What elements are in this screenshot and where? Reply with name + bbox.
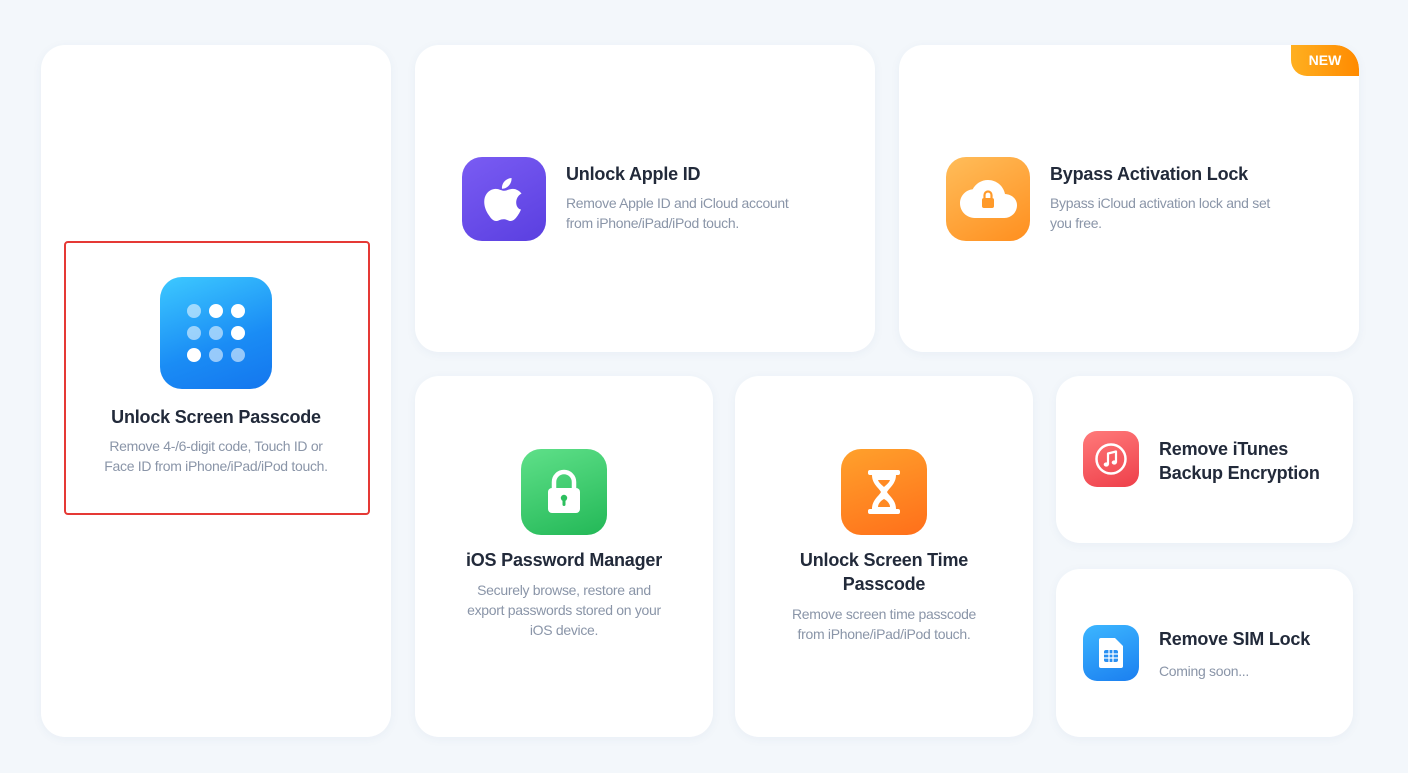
unlock-screen-time-card[interactable]: Unlock Screen Time Passcode Remove scree…	[735, 376, 1033, 737]
card-description: Face ID from iPhone/iPad/iPod touch.	[104, 458, 328, 474]
unlock-screen-passcode-card[interactable]: Unlock Screen Passcode Remove 4-/6-digit…	[41, 45, 391, 737]
card-description: Remove screen time passcode	[791, 606, 977, 622]
card-title: Bypass Activation Lock	[1050, 164, 1248, 184]
card-description: from iPhone/iPad/iPod touch.	[566, 215, 739, 231]
card-title: iOS Password Manager	[465, 550, 663, 570]
cloud-lock-icon	[946, 157, 1030, 241]
sim-card-icon	[1083, 625, 1139, 681]
remove-itunes-backup-card[interactable]: Remove iTunes Backup Encryption	[1056, 376, 1353, 543]
hourglass-icon	[841, 449, 927, 535]
new-badge: NEW	[1291, 45, 1359, 76]
card-title-line2: Backup Encryption	[1159, 463, 1320, 483]
bypass-activation-lock-card[interactable]: NEW Bypass Activation Lock Bypass iCloud…	[899, 45, 1359, 352]
card-description: export passwords stored on your	[467, 602, 661, 618]
card-description: Remove Apple ID and iCloud account	[566, 195, 789, 211]
card-title-line1: Unlock Screen Time	[799, 550, 969, 570]
card-description: from iPhone/iPad/iPod touch.	[797, 626, 971, 642]
card-title-line2: Passcode	[842, 574, 926, 594]
card-description: you free.	[1050, 215, 1102, 231]
card-description: iOS device.	[529, 622, 599, 638]
card-title: Unlock Apple ID	[566, 164, 701, 184]
card-description: Bypass iCloud activation lock and set	[1050, 195, 1271, 211]
music-note-icon	[1083, 431, 1139, 487]
card-description: Securely browse, restore and	[477, 582, 651, 598]
unlock-apple-id-card[interactable]: Unlock Apple ID Remove Apple ID and iClo…	[415, 45, 875, 352]
coming-soon-status: Coming soon...	[1159, 663, 1249, 679]
padlock-icon	[521, 449, 607, 535]
ios-password-manager-card[interactable]: iOS Password Manager Securely browse, re…	[415, 376, 713, 737]
keypad-icon	[160, 277, 272, 389]
card-title: Remove SIM Lock	[1159, 629, 1311, 649]
card-title: Unlock Screen Passcode	[111, 407, 321, 427]
remove-sim-lock-card[interactable]: Remove SIM Lock Coming soon...	[1056, 569, 1353, 737]
card-title-line1: Remove iTunes	[1159, 439, 1289, 459]
card-description: Remove 4-/6-digit code, Touch ID or	[109, 438, 323, 454]
apple-icon	[462, 157, 546, 241]
